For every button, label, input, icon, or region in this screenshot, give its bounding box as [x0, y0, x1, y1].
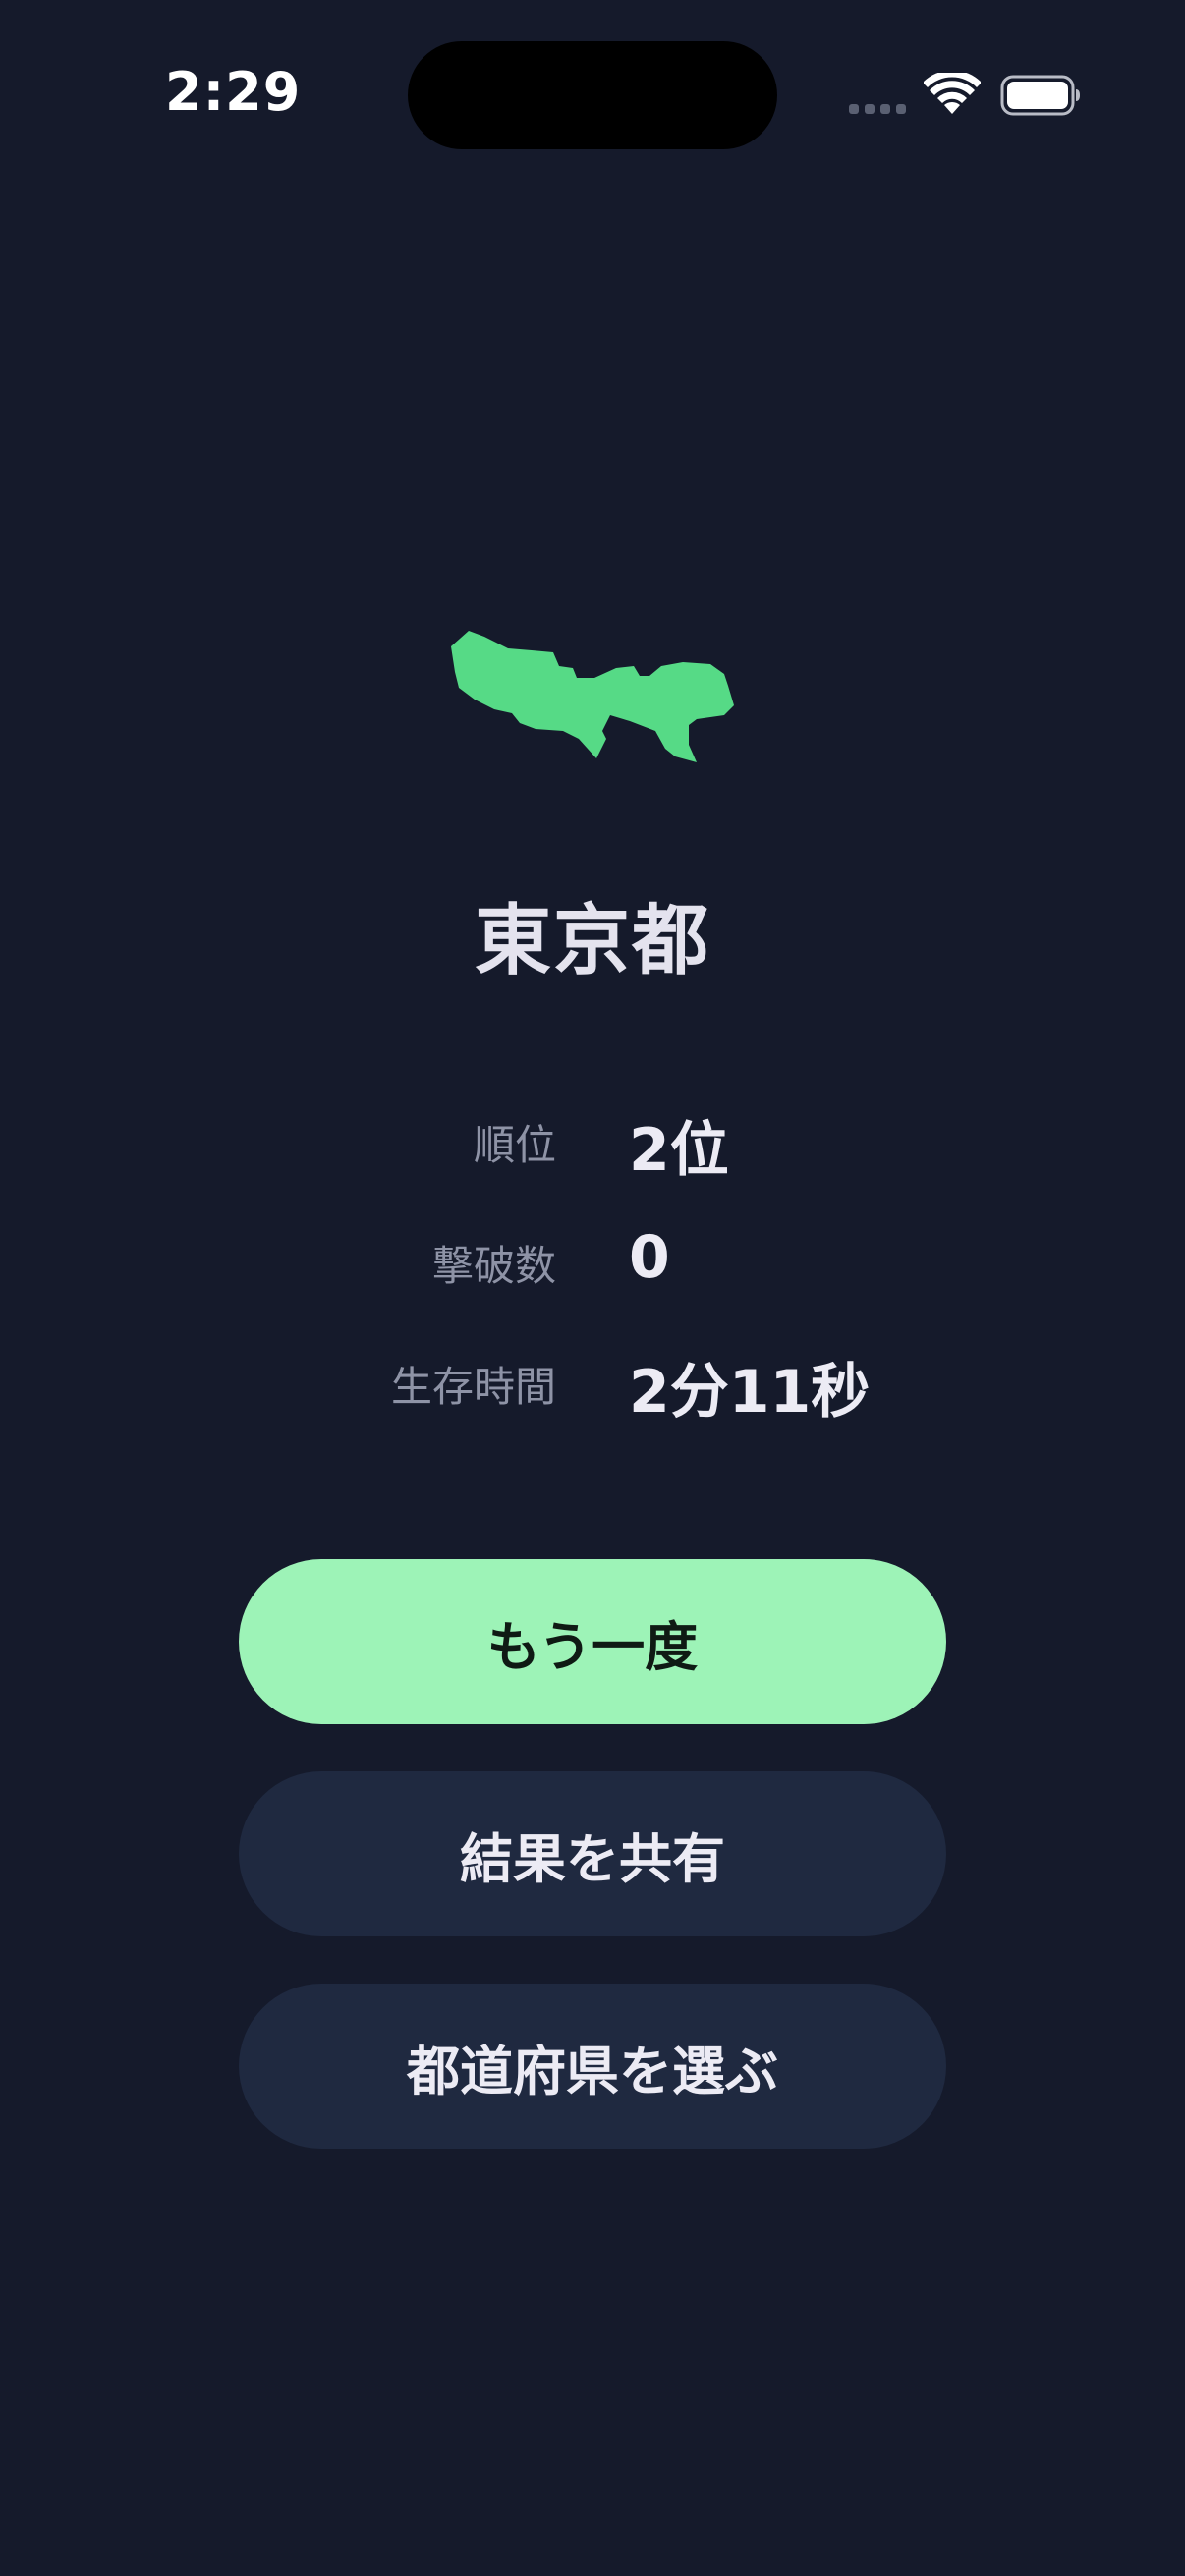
kills-label: 撃破数 — [431, 1242, 556, 1290]
stat-row-rank: 順位 2位 — [0, 1102, 1185, 1185]
stat-row-survival-time: 生存時間 2分11秒 — [0, 1344, 1185, 1427]
select-prefecture-button[interactable]: 都道府県を選ぶ — [239, 1984, 946, 2149]
status-bar: 2:29 — [0, 0, 1185, 196]
retry-button[interactable]: もう一度 — [239, 1559, 946, 1724]
kills-value: 0 — [629, 1223, 670, 1292]
stat-row-kills: 撃破数 0 — [0, 1223, 1185, 1302]
prefecture-name: 東京都 — [474, 897, 710, 985]
tokyo-map-icon — [451, 631, 734, 762]
rank-label: 順位 — [473, 1121, 556, 1169]
survival-time-value: 2分11秒 — [629, 1358, 871, 1427]
survival-time-label: 生存時間 — [390, 1363, 556, 1411]
wifi-icon — [924, 73, 981, 114]
battery-icon — [1000, 75, 1080, 116]
rank-value: 2位 — [629, 1116, 729, 1185]
status-time: 2:29 — [165, 61, 302, 123]
share-result-button[interactable]: 結果を共有 — [239, 1771, 946, 1936]
dynamic-island — [408, 41, 777, 149]
cellular-signal-icon — [849, 104, 906, 114]
